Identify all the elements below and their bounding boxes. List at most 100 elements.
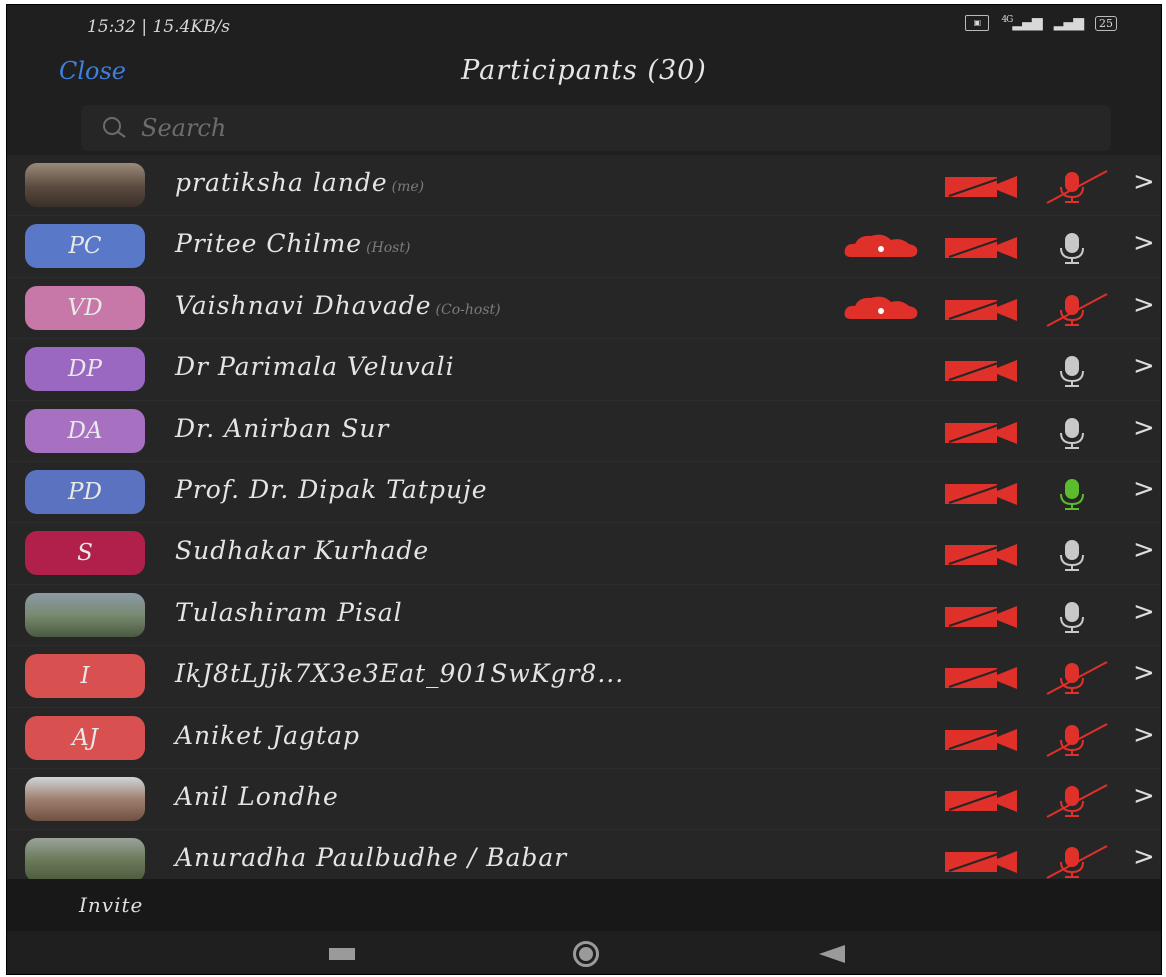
chevron-right-icon[interactable]: > — [1133, 474, 1155, 504]
participant-role: (me) — [391, 179, 425, 195]
avatar — [25, 776, 145, 821]
volte-icon: ▣ — [965, 15, 990, 31]
chevron-right-icon[interactable]: > — [1133, 781, 1155, 811]
camera-off-icon[interactable] — [943, 727, 1019, 751]
chevron-right-icon[interactable]: > — [1133, 290, 1155, 320]
home-button[interactable] — [573, 941, 599, 967]
participant-row[interactable]: VD Vaishnavi Dhavade (Co-host) > — [7, 277, 1161, 340]
participant-name: Anil Londhe — [175, 782, 339, 811]
search-placeholder: Search — [141, 114, 227, 142]
participant-name-text: Dr Parimala Veluvali — [175, 352, 455, 382]
chevron-right-icon[interactable]: > — [1133, 720, 1155, 750]
participant-list: pratiksha lande (me) > PC Pritee Chilme (Host… — [7, 155, 1161, 892]
participant-name-text: Prof. Dr. Dipak Tatpuje — [175, 474, 488, 504]
avatar: I — [25, 654, 145, 699]
participant-name: Aniket Jagtap — [175, 721, 360, 750]
invite-button[interactable]: Invite — [79, 893, 143, 917]
chevron-right-icon[interactable]: > — [1133, 658, 1155, 688]
mic-muted-icon[interactable] — [1041, 781, 1113, 819]
camera-off-icon[interactable] — [943, 665, 1019, 690]
participant-row[interactable]: PC Pritee Chilme (Host) > — [7, 216, 1161, 278]
avatar: PC — [25, 224, 145, 269]
participant-name-text: IkJ8tLJjk7X3e3Eat_901SwKgr8... — [175, 659, 625, 689]
participant-name-text: Anuradha Paulbudhe / Babar — [175, 843, 568, 873]
chevron-right-icon[interactable]: > — [1133, 228, 1155, 258]
avatar: PD — [25, 469, 145, 514]
chevron-right-icon[interactable]: > — [1133, 351, 1155, 381]
participant-name: Tulashiram Pisal — [175, 598, 403, 627]
status-indicators: ▣ 4G▂▄▆ ▂▄▆ 25 — [965, 15, 1117, 31]
camera-off-icon[interactable] — [943, 235, 1019, 260]
participant-row[interactable]: PD Prof. Dr. Dipak Tatpuje > — [7, 461, 1161, 524]
participant-row[interactable]: Anil Londhe > — [7, 768, 1161, 831]
chevron-right-icon[interactable]: > — [1133, 842, 1155, 872]
participant-name-text: Sudhakar Kurhade — [175, 536, 430, 566]
participant-name: Dr Parimala Veluvali — [175, 352, 455, 381]
signal-icon: 4G▂▄▆ — [1001, 15, 1042, 31]
camera-off-icon[interactable] — [943, 849, 1019, 874]
back-button[interactable] — [819, 945, 845, 963]
participant-name: IkJ8tLJjk7X3e3Eat_901SwKgr8... — [175, 659, 624, 688]
avatar: VD — [25, 285, 145, 330]
header: Participants (30) Close — [7, 43, 1161, 101]
participant-row[interactable]: S Sudhakar Kurhade > — [7, 523, 1161, 585]
mic-muted-icon[interactable] — [1041, 167, 1113, 205]
chevron-right-icon[interactable]: > — [1133, 413, 1155, 443]
chevron-right-icon[interactable]: > — [1133, 167, 1155, 197]
participant-row[interactable]: pratiksha lande (me) > — [7, 155, 1161, 217]
mic-muted-icon[interactable] — [1041, 720, 1113, 758]
chevron-right-icon[interactable]: > — [1133, 597, 1155, 627]
mic-icon[interactable] — [1041, 535, 1113, 573]
camera-off-icon[interactable] — [943, 542, 1019, 567]
participant-name: Anuradha Paulbudhe / Babar — [175, 843, 567, 872]
avatar: DA — [25, 408, 145, 453]
chevron-right-icon[interactable]: > — [1133, 535, 1155, 565]
participants-screen: 15:32 | 15.4KB/s ▣ 4G▂▄▆ ▂▄▆ 25 Particip… — [6, 4, 1162, 975]
avatar: DP — [25, 347, 145, 392]
mic-icon[interactable] — [1041, 474, 1113, 512]
participant-name-text: Vaishnavi Dhavade — [175, 290, 432, 320]
mic-icon[interactable] — [1041, 351, 1113, 389]
mic-muted-icon[interactable] — [1041, 290, 1113, 328]
participant-name: Vaishnavi Dhavade (Co-host) — [175, 291, 501, 320]
search-input[interactable]: Search — [81, 105, 1111, 151]
mic-icon[interactable] — [1041, 597, 1113, 635]
recents-button[interactable] — [329, 948, 355, 960]
status-bar: 15:32 | 15.4KB/s ▣ 4G▂▄▆ ▂▄▆ 25 — [7, 5, 1161, 43]
network-label: 4G — [1001, 15, 1013, 25]
camera-off-icon[interactable] — [943, 358, 1019, 383]
mic-muted-icon[interactable] — [1041, 842, 1113, 880]
invite-bar: Invite — [7, 879, 1161, 931]
status-time: 15:32 | 15.4KB/s — [87, 17, 231, 37]
close-button[interactable]: Close — [59, 57, 126, 85]
participant-name: Sudhakar Kurhade — [175, 536, 429, 565]
participant-name: Dr. Anirban Sur — [175, 414, 389, 443]
camera-off-icon[interactable] — [943, 420, 1019, 444]
participant-row[interactable]: I IkJ8tLJjk7X3e3Eat_901SwKgr8... > — [7, 646, 1161, 708]
camera-off-icon[interactable] — [943, 297, 1019, 321]
camera-off-icon[interactable] — [943, 481, 1019, 505]
participant-row[interactable]: Tulashiram Pisal > — [7, 584, 1161, 647]
avatar — [25, 592, 145, 637]
participant-name: Prof. Dr. Dipak Tatpuje — [175, 475, 488, 504]
mic-icon[interactable] — [1041, 228, 1113, 266]
camera-off-icon[interactable] — [943, 174, 1019, 198]
participant-name-text: pratiksha lande — [175, 168, 388, 197]
participant-name-text: Aniket Jagtap — [175, 720, 360, 750]
participant-role: (Host) — [366, 240, 411, 257]
participant-row[interactable]: DA Dr. Anirban Sur > — [7, 400, 1161, 462]
mic-muted-icon[interactable] — [1041, 658, 1113, 696]
mic-icon[interactable] — [1041, 413, 1113, 451]
avatar — [25, 838, 145, 883]
participant-name: Pritee Chilme (Host) — [175, 229, 410, 258]
participant-row[interactable]: DP Dr Parimala Veluvali > — [7, 339, 1161, 401]
search-icon — [103, 117, 126, 138]
camera-off-icon[interactable] — [943, 788, 1019, 812]
cloud-recording-icon — [844, 296, 918, 319]
participant-row[interactable]: AJ Aniket Jagtap > — [7, 707, 1161, 769]
battery-icon: 25 — [1095, 15, 1117, 31]
participant-name-text: Pritee Chilme — [175, 229, 363, 259]
camera-off-icon[interactable] — [943, 604, 1019, 628]
cloud-recording-icon — [844, 235, 918, 258]
battery-level: 25 — [1099, 16, 1113, 30]
